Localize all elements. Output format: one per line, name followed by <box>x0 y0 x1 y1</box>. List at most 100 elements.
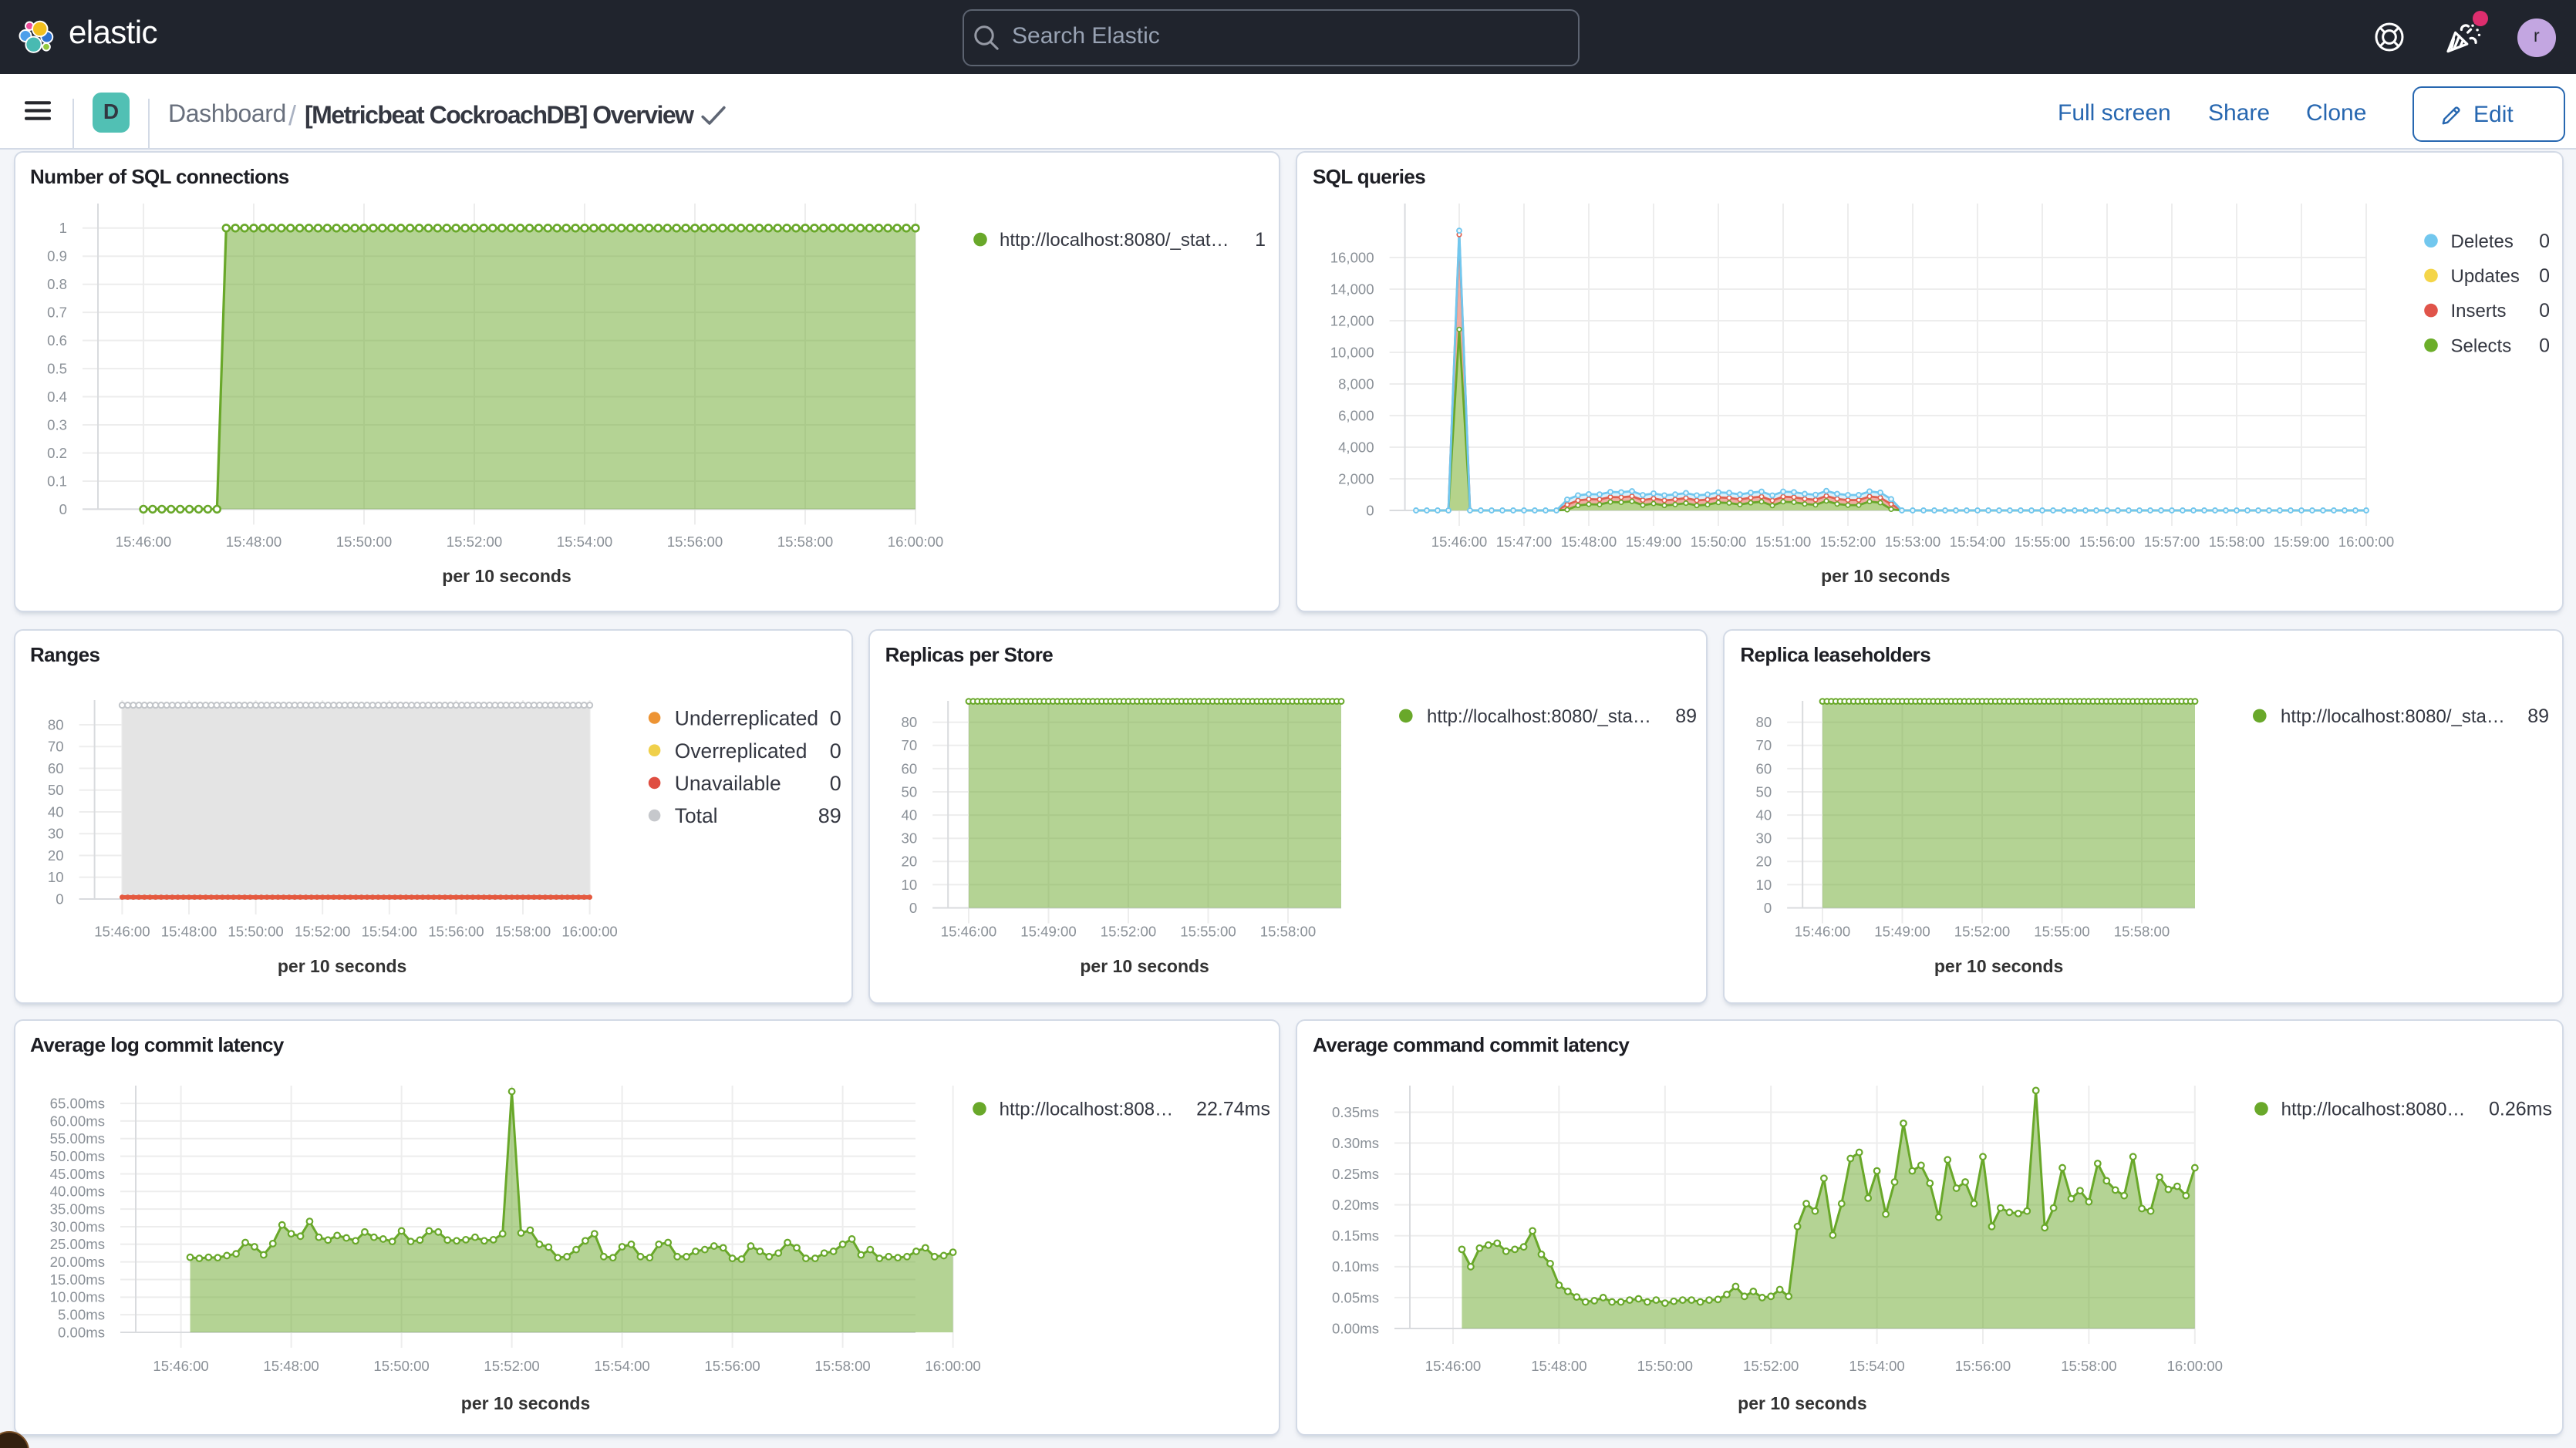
svg-text:80: 80 <box>901 713 917 729</box>
svg-text:0.3: 0.3 <box>46 416 66 433</box>
svg-text:per 10 seconds: per 10 seconds <box>460 1393 589 1413</box>
svg-text:60.00ms: 60.00ms <box>49 1113 104 1129</box>
svg-text:0.26ms: 0.26ms <box>2489 1099 2552 1120</box>
svg-text:0: 0 <box>909 899 916 915</box>
svg-text:15:52:00: 15:52:00 <box>1743 1358 1799 1374</box>
svg-text:14,000: 14,000 <box>1330 281 1374 297</box>
svg-text:25.00ms: 25.00ms <box>49 1236 104 1252</box>
svg-text:16:00:00: 16:00:00 <box>2338 534 2394 550</box>
svg-text:20: 20 <box>47 847 63 863</box>
svg-text:60: 60 <box>901 759 917 776</box>
svg-text:15:51:00: 15:51:00 <box>1755 534 1811 550</box>
svg-text:15:48:00: 15:48:00 <box>225 534 281 550</box>
svg-text:Selects: Selects <box>2451 335 2512 356</box>
svg-text:15:54:00: 15:54:00 <box>593 1358 649 1374</box>
svg-text:Inserts: Inserts <box>2451 301 2507 322</box>
svg-text:Underreplicated: Underreplicated <box>674 706 818 729</box>
svg-text:15:50:00: 15:50:00 <box>335 534 391 550</box>
svg-text:15:52:00: 15:52:00 <box>1820 534 1876 550</box>
svg-text:15:52:00: 15:52:00 <box>1954 923 2010 939</box>
svg-text:15:52:00: 15:52:00 <box>1100 923 1155 939</box>
svg-text:15:52:00: 15:52:00 <box>483 1358 538 1374</box>
svg-text:15:54:00: 15:54:00 <box>1849 1358 1904 1374</box>
svg-text:0.35ms: 0.35ms <box>1332 1104 1379 1120</box>
svg-text:15:58:00: 15:58:00 <box>494 923 550 939</box>
svg-text:0.20ms: 0.20ms <box>1332 1197 1379 1213</box>
svg-text:5.00ms: 5.00ms <box>57 1307 104 1323</box>
svg-text:20: 20 <box>901 853 917 869</box>
svg-text:40: 40 <box>901 807 917 823</box>
svg-text:10: 10 <box>1756 876 1772 892</box>
svg-text:0: 0 <box>55 890 62 906</box>
svg-text:15:56:00: 15:56:00 <box>2079 534 2135 550</box>
svg-text:15:49:00: 15:49:00 <box>1875 923 1930 939</box>
svg-text:15:58:00: 15:58:00 <box>2114 923 2170 939</box>
svg-text:0: 0 <box>1764 899 1772 915</box>
svg-text:0: 0 <box>829 739 841 762</box>
svg-text:15:49:00: 15:49:00 <box>1626 534 1681 550</box>
svg-text:15:54:00: 15:54:00 <box>1950 534 2005 550</box>
svg-text:2,000: 2,000 <box>1338 470 1374 487</box>
svg-text:http://localhost:8080/_sta…: http://localhost:8080/_sta… <box>1427 705 1651 726</box>
svg-text:0.00ms: 0.00ms <box>57 1324 104 1340</box>
svg-text:30: 30 <box>901 830 917 846</box>
svg-text:15:56:00: 15:56:00 <box>1955 1358 2011 1374</box>
svg-text:65.00ms: 65.00ms <box>49 1095 104 1111</box>
svg-text:per 10 seconds: per 10 seconds <box>1821 566 1950 586</box>
svg-text:35.00ms: 35.00ms <box>49 1201 104 1217</box>
svg-text:0: 0 <box>1366 502 1374 518</box>
svg-text:http://localhost:808…: http://localhost:808… <box>999 1099 1172 1120</box>
svg-text:15:55:00: 15:55:00 <box>1180 923 1236 939</box>
svg-text:30.00ms: 30.00ms <box>49 1218 104 1234</box>
svg-text:15:48:00: 15:48:00 <box>1561 534 1617 550</box>
svg-text:0.7: 0.7 <box>46 305 66 321</box>
svg-text:per 10 seconds: per 10 seconds <box>1934 955 2063 975</box>
svg-text:1: 1 <box>1254 229 1265 251</box>
svg-text:0.15ms: 0.15ms <box>1332 1227 1379 1244</box>
svg-text:0.4: 0.4 <box>46 389 66 405</box>
svg-text:40.00ms: 40.00ms <box>49 1184 104 1200</box>
svg-text:12,000: 12,000 <box>1330 312 1374 328</box>
svg-text:15:54:00: 15:54:00 <box>361 923 416 939</box>
svg-text:22.74ms: 22.74ms <box>1195 1099 1269 1120</box>
svg-text:45.00ms: 45.00ms <box>49 1166 104 1182</box>
svg-text:10,000: 10,000 <box>1330 344 1374 360</box>
svg-text:70: 70 <box>47 738 63 754</box>
svg-text:50: 50 <box>901 783 917 799</box>
svg-text:15:58:00: 15:58:00 <box>2061 1358 2116 1374</box>
svg-text:0.25ms: 0.25ms <box>1332 1166 1379 1182</box>
svg-text:50: 50 <box>47 781 63 797</box>
svg-text:15:56:00: 15:56:00 <box>666 534 722 550</box>
svg-text:Updates: Updates <box>2451 266 2520 287</box>
svg-text:50: 50 <box>1756 783 1772 799</box>
svg-text:50.00ms: 50.00ms <box>49 1148 104 1164</box>
svg-text:per 10 seconds: per 10 seconds <box>441 566 570 586</box>
svg-text:10: 10 <box>901 876 917 892</box>
svg-text:15:55:00: 15:55:00 <box>2035 923 2090 939</box>
svg-text:0: 0 <box>2539 300 2550 322</box>
svg-text:0.5: 0.5 <box>46 361 66 377</box>
svg-text:http://localhost:8080/_sta…: http://localhost:8080/_sta… <box>2281 705 2505 726</box>
svg-text:60: 60 <box>47 759 63 776</box>
svg-text:per 10 seconds: per 10 seconds <box>1738 1393 1866 1413</box>
svg-text:6,000: 6,000 <box>1338 407 1374 423</box>
svg-text:15:47:00: 15:47:00 <box>1496 534 1552 550</box>
svg-text:0.9: 0.9 <box>46 248 66 264</box>
svg-text:15:57:00: 15:57:00 <box>2144 534 2200 550</box>
svg-text:70: 70 <box>901 736 917 753</box>
svg-text:15:58:00: 15:58:00 <box>2209 534 2264 550</box>
svg-text:89: 89 <box>818 803 841 827</box>
svg-text:0: 0 <box>59 501 66 517</box>
svg-text:16:00:00: 16:00:00 <box>924 1358 979 1374</box>
svg-text:15:58:00: 15:58:00 <box>1259 923 1315 939</box>
svg-text:15:52:00: 15:52:00 <box>294 923 349 939</box>
svg-text:15:46:00: 15:46:00 <box>115 534 170 550</box>
svg-text:15:52:00: 15:52:00 <box>446 534 501 550</box>
svg-text:15:53:00: 15:53:00 <box>1885 534 1940 550</box>
svg-text:60: 60 <box>1756 759 1772 776</box>
svg-text:15:58:00: 15:58:00 <box>814 1358 869 1374</box>
svg-text:15:46:00: 15:46:00 <box>1795 923 1850 939</box>
svg-text:15:50:00: 15:50:00 <box>1691 534 1746 550</box>
svg-text:15:46:00: 15:46:00 <box>1425 1358 1481 1374</box>
svg-text:15:48:00: 15:48:00 <box>262 1358 318 1374</box>
